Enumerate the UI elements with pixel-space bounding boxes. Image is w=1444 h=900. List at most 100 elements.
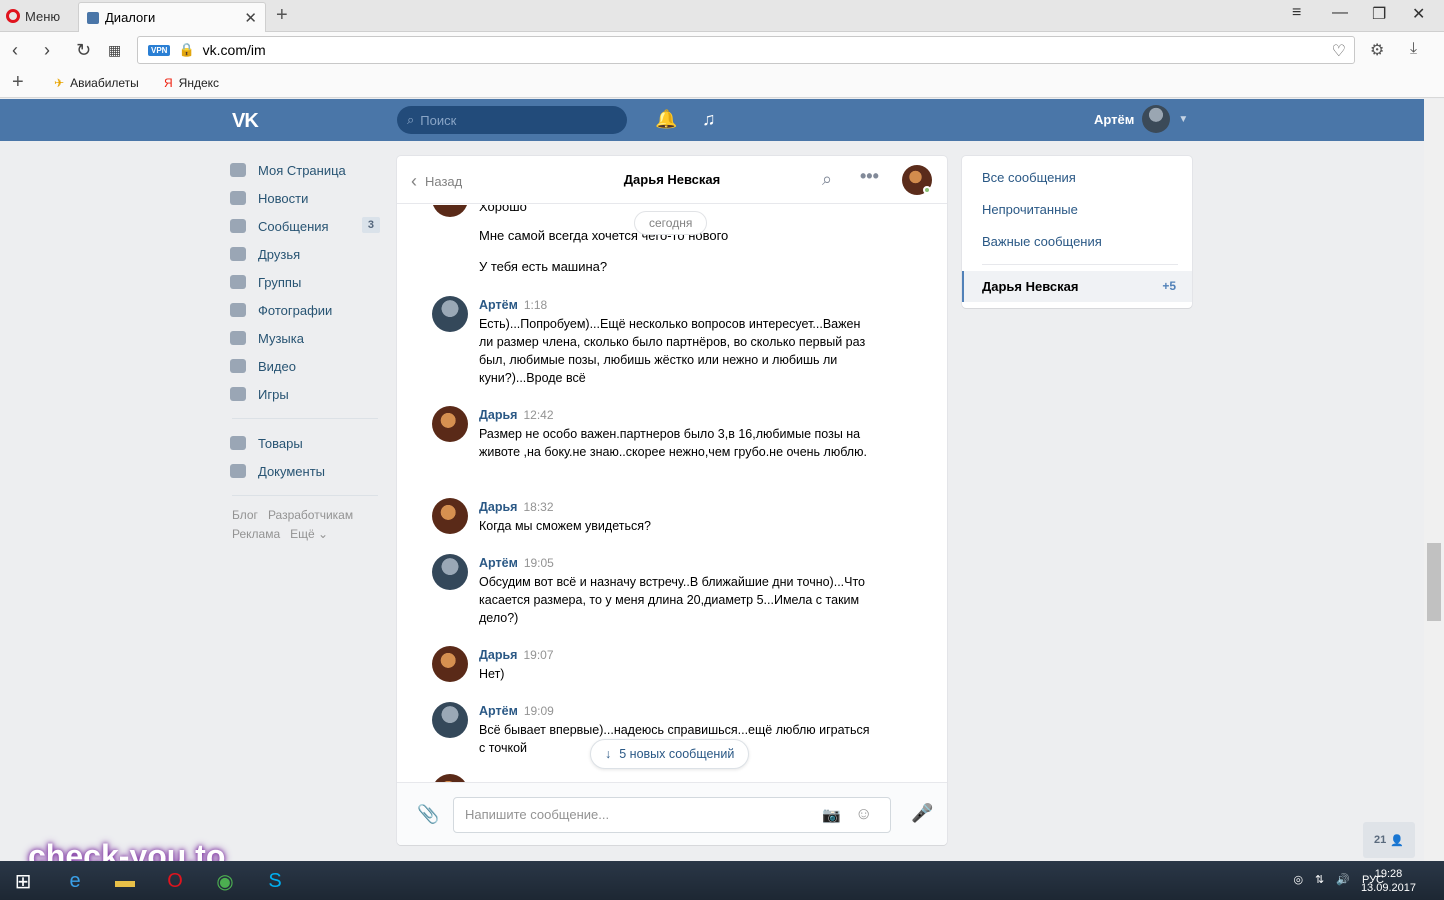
message-time[interactable]: 19:05	[524, 556, 554, 570]
nav-item-groups[interactable]: Группы	[230, 268, 380, 296]
nav-label: Сообщения	[258, 218, 329, 234]
add-bookmark-icon[interactable]: +	[12, 71, 24, 94]
address-bar[interactable]: VPN 🔒 vk.com/im ♡	[137, 36, 1355, 64]
lock-icon[interactable]: 🔒	[178, 42, 194, 58]
message-author[interactable]: Артём	[479, 298, 518, 312]
reload-icon[interactable]: ↻	[76, 40, 91, 61]
message-author[interactable]: Дарья	[479, 500, 517, 514]
nav-item-photos[interactable]: Фотографии	[230, 296, 380, 324]
message-history[interactable]: сегодня Хорошо Мне самой всегда хочется …	[397, 205, 947, 782]
nav-label: Новости	[258, 190, 309, 206]
vk-header: VK ⌕ Поиск 🔔 ♫ Артём ▼	[0, 99, 1424, 141]
bookmark-yandex[interactable]: Я Яндекс	[164, 76, 219, 90]
user-menu[interactable]: Артём ▼	[1094, 105, 1188, 133]
microphone-icon[interactable]: 🎤	[911, 803, 933, 824]
nav-divider	[232, 495, 378, 496]
music-icon[interactable]: ♫	[702, 109, 716, 130]
download-icon[interactable]: ⤓	[1410, 40, 1417, 58]
page-scrollbar[interactable]	[1424, 99, 1444, 861]
nav-item-market[interactable]: Товары	[230, 429, 380, 457]
speed-dial-icon[interactable]: ▦	[108, 42, 121, 59]
emoji-icon[interactable]: ☺	[855, 804, 872, 824]
extension-icon[interactable]: ⚙	[1370, 40, 1384, 60]
bell-icon[interactable]: 🔔	[655, 109, 677, 130]
bookmark-aviabilety[interactable]: ✈ Авиабилеты	[54, 76, 139, 90]
nav-item-music[interactable]: Музыка	[230, 324, 380, 352]
avatar[interactable]	[432, 406, 468, 442]
nav-item-games[interactable]: Игры	[230, 380, 380, 408]
search-icon[interactable]: ⌕	[822, 169, 832, 190]
nav-item-news[interactable]: Новости	[230, 184, 380, 212]
date-separator: сегодня	[634, 211, 708, 235]
unread-badge: 3	[361, 217, 380, 233]
skype-icon[interactable]: S	[260, 866, 290, 896]
nav-item-friends[interactable]: Друзья	[230, 240, 380, 268]
close-tab-icon[interactable]: ✕	[244, 9, 257, 27]
message-time[interactable]: 18:32	[523, 500, 553, 514]
footer-link-ads[interactable]: Реклама	[232, 527, 280, 541]
camera-icon[interactable]: 📷	[822, 806, 841, 824]
avatar[interactable]	[432, 554, 468, 590]
new-messages-button[interactable]: ↓ 5 новых сообщений	[590, 739, 750, 769]
new-tab-icon[interactable]: +	[276, 4, 288, 27]
nav-item-documents[interactable]: Документы	[230, 457, 380, 485]
footer-link-more[interactable]: Ещё ⌄	[290, 527, 328, 541]
online-friends-button[interactable]: 21 👤	[1363, 822, 1415, 858]
bookmark-heart-icon[interactable]: ♡	[1332, 41, 1346, 61]
nav-label: Игры	[258, 386, 289, 402]
message-text: Есть)...Попробуем)...Ещё несколько вопро…	[479, 317, 866, 385]
avatar[interactable]	[432, 498, 468, 534]
avatar[interactable]	[432, 205, 468, 217]
video-icon	[230, 359, 246, 373]
opera-menu-button[interactable]: Меню	[6, 6, 60, 26]
message-time[interactable]: 1:18	[524, 298, 547, 312]
message-time[interactable]: 19:09	[524, 704, 554, 718]
file-explorer-icon[interactable]: ▬	[110, 866, 140, 896]
message-time[interactable]: 19:07	[523, 648, 553, 662]
close-window-icon[interactable]: ✕	[1412, 4, 1425, 24]
paperclip-icon[interactable]: 📎	[417, 804, 439, 825]
footer-link-dev[interactable]: Разработчикам	[268, 508, 353, 522]
vpn-badge[interactable]: VPN	[148, 44, 171, 56]
nav-item-my-page[interactable]: Моя Страница	[230, 156, 380, 184]
avatar[interactable]	[432, 646, 468, 682]
vk-logo-icon[interactable]: VK	[232, 110, 259, 133]
active-dialog-item[interactable]: Дарья Невская +5	[962, 271, 1192, 302]
minimize-icon[interactable]: —	[1332, 4, 1348, 22]
filter-important[interactable]: Важные сообщения	[982, 234, 1102, 249]
opera-menu-label: Меню	[25, 8, 61, 24]
back-arrow-icon[interactable]: ‹	[12, 40, 18, 61]
filter-all-messages[interactable]: Все сообщения	[982, 170, 1076, 185]
windows-start-icon[interactable]: ⊞	[8, 866, 38, 896]
volume-icon[interactable]: 🔊	[1336, 873, 1350, 886]
tab-menu-icon[interactable]: ≡	[1292, 4, 1301, 22]
chrome-icon[interactable]: ◉	[210, 866, 240, 896]
message-author[interactable]: Артём	[479, 556, 518, 570]
nav-item-messages[interactable]: Сообщения 3	[230, 212, 380, 240]
ie-icon[interactable]: e	[60, 866, 90, 896]
opera-icon[interactable]: O	[160, 866, 190, 896]
network-icon[interactable]: ⇅	[1315, 873, 1324, 886]
message-author[interactable]: Дарья	[479, 648, 517, 662]
friends-icon	[230, 247, 246, 261]
active-dialog-name: Дарья Невская	[982, 279, 1079, 294]
tab-dialogs[interactable]: Диалоги ✕	[78, 2, 266, 32]
message-author[interactable]: Дарья	[479, 408, 517, 422]
message-author[interactable]: Артём	[479, 704, 518, 718]
filter-unread[interactable]: Непрочитанные	[982, 202, 1078, 217]
restore-icon[interactable]: ❐	[1372, 4, 1386, 24]
forward-arrow-icon[interactable]: ›	[44, 40, 50, 61]
viber-icon[interactable]: ◎	[1293, 873, 1303, 886]
message-time[interactable]: 12:42	[523, 408, 553, 422]
scrollbar-thumb[interactable]	[1427, 543, 1441, 621]
search-input[interactable]: ⌕ Поиск	[397, 106, 627, 134]
avatar[interactable]	[432, 774, 468, 782]
footer-link-blog[interactable]: Блог	[232, 508, 258, 522]
nav-item-video[interactable]: Видео	[230, 352, 380, 380]
avatar[interactable]	[432, 702, 468, 738]
avatar[interactable]	[432, 296, 468, 332]
url-text[interactable]: vk.com/im	[203, 42, 266, 58]
new-messages-label: 5 новых сообщений	[619, 747, 735, 761]
more-icon[interactable]: •••	[860, 166, 879, 187]
clock[interactable]: 19:28 13.09.2017	[1361, 867, 1416, 895]
